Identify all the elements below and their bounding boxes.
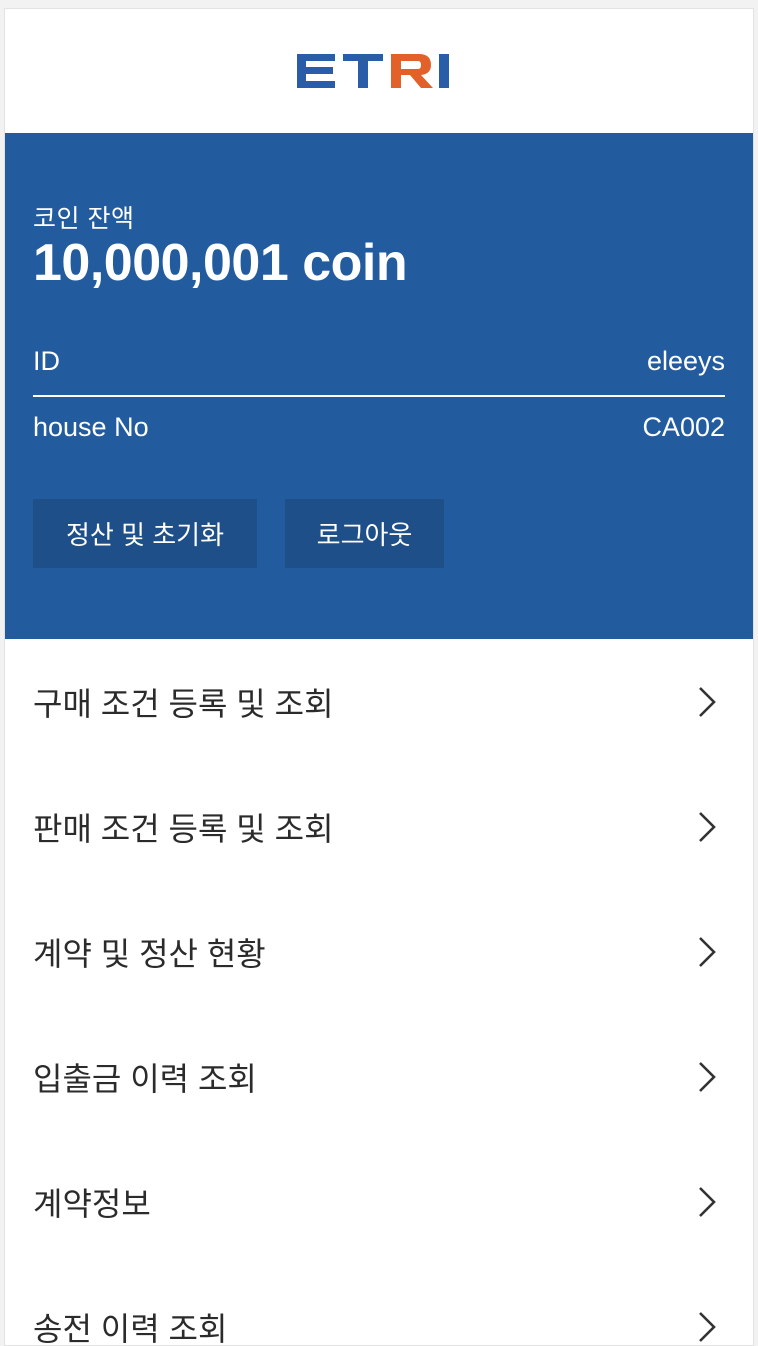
app-header xyxy=(5,9,753,133)
etri-logo xyxy=(297,54,461,88)
house-row: house No CA002 xyxy=(33,412,725,443)
menu-item-label: 구매 조건 등록 및 조회 xyxy=(33,685,334,722)
menu-item-label: 계약 및 정산 현황 xyxy=(33,935,266,972)
id-row: ID eleeys xyxy=(33,346,725,377)
chevron-right-icon xyxy=(697,1061,717,1093)
menu-item-contract-info[interactable]: 계약정보 xyxy=(5,1139,753,1264)
account-summary-panel: 코인 잔액 10,000,001 coin ID eleeys house No… xyxy=(5,133,753,639)
chevron-right-icon xyxy=(697,686,717,718)
menu-item-label: 계약정보 xyxy=(33,1185,151,1222)
house-label: house No xyxy=(33,412,149,442)
balance-label: 코인 잔액 xyxy=(33,205,135,233)
menu-list: 구매 조건 등록 및 조회 판매 조건 등록 및 조회 계약 및 정산 현황 입… xyxy=(5,639,753,1346)
id-value: eleeys xyxy=(646,346,725,376)
menu-item-label: 송전 이력 조회 xyxy=(33,1310,228,1346)
chevron-right-icon xyxy=(697,811,717,843)
info-divider xyxy=(33,395,725,397)
reset-settlement-button[interactable]: 정산 및 초기화 xyxy=(33,499,257,568)
app-frame: 코인 잔액 10,000,001 coin ID eleeys house No… xyxy=(4,8,754,1346)
logout-button[interactable]: 로그아웃 xyxy=(285,499,444,568)
house-value: CA002 xyxy=(642,412,725,442)
menu-item-deposit-withdrawal-history[interactable]: 입출금 이력 조회 xyxy=(5,1014,753,1139)
chevron-right-icon xyxy=(697,936,717,968)
balance-value: 10,000,001 coin xyxy=(33,234,408,292)
menu-item-label: 입출금 이력 조회 xyxy=(33,1060,257,1097)
chevron-right-icon xyxy=(697,1311,717,1343)
menu-item-sale-conditions[interactable]: 판매 조건 등록 및 조회 xyxy=(5,764,753,889)
id-label: ID xyxy=(33,346,60,376)
chevron-right-icon xyxy=(697,1186,717,1218)
menu-item-contract-settlement-status[interactable]: 계약 및 정산 현황 xyxy=(5,889,753,1014)
menu-item-purchase-conditions[interactable]: 구매 조건 등록 및 조회 xyxy=(5,639,753,764)
menu-item-label: 판매 조건 등록 및 조회 xyxy=(33,810,334,847)
menu-item-transmission-history[interactable]: 송전 이력 조회 xyxy=(5,1264,753,1346)
